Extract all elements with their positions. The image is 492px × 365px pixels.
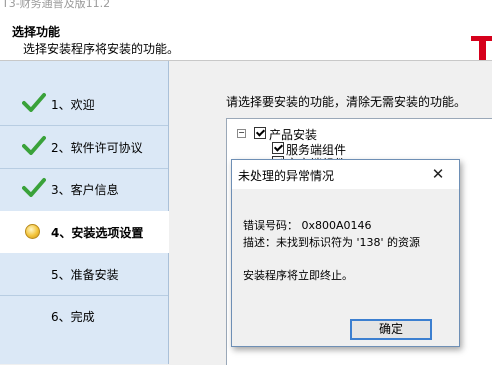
error-code-text: 错误号码： 0x800A0146 [243, 219, 372, 232]
step-label: 6、完成 [51, 310, 95, 324]
ok-button[interactable]: 确定 [350, 319, 432, 340]
step-install-options: 4、安装选项设置 [0, 211, 169, 253]
close-icon[interactable]: ✕ [429, 165, 447, 183]
dialog-title: 未处理的异常情况 [238, 169, 335, 183]
tree-item-server-components[interactable]: 服务端组件 [237, 141, 457, 157]
error-description-text: 描述：未找到标识符为 '138' 的资源 [243, 236, 421, 249]
collapse-icon[interactable]: − [237, 129, 246, 138]
step-prepare-install: 5、准备安装 [0, 253, 168, 295]
step-customer-info: 3、客户信息 [0, 168, 168, 210]
step-label: 4、安装选项设置 [51, 226, 144, 240]
check-icon [22, 136, 46, 155]
step-label: 3、客户信息 [51, 183, 119, 197]
step-label: 2、软件许可协议 [51, 141, 143, 155]
check-icon [22, 178, 46, 197]
steps-sidebar: 1、欢迎 2、软件许可协议 3、客户信息 4、安装选项设置 5、准备安装 6、完… [0, 61, 169, 364]
step-label: 5、准备安装 [51, 268, 119, 282]
step-finish: 6、完成 [0, 295, 168, 337]
tree-item-product-install[interactable]: − 产品安装 [237, 126, 437, 142]
checkbox[interactable] [272, 142, 284, 154]
checkbox[interactable] [254, 127, 266, 139]
page-subtitle: 选择安装程序将安装的功能。 [23, 42, 180, 56]
check-icon [22, 93, 46, 112]
page-header: 选择功能 选择安装程序将安装的功能。 [0, 12, 492, 61]
page-title: 选择功能 [12, 25, 61, 39]
step-welcome: 1、欢迎 [0, 83, 168, 125]
step-license: 2、软件许可协议 [0, 126, 168, 168]
window-title: T3-财务通普及版11.2 [0, 0, 492, 12]
current-step-icon [25, 224, 40, 239]
terminate-message: 安装程序将立即终止。 [243, 269, 353, 282]
exception-dialog: 未处理的异常情况 ✕ 错误号码： 0x800A0146 描述：未找到标识符为 '… [231, 159, 460, 347]
dialog-titlebar: 未处理的异常情况 ✕ [232, 160, 459, 189]
brand-logo [471, 36, 492, 60]
instruction-text: 请选择要安装的功能，清除无需安装的功能。 [226, 95, 467, 109]
step-label: 1、欢迎 [51, 98, 95, 112]
